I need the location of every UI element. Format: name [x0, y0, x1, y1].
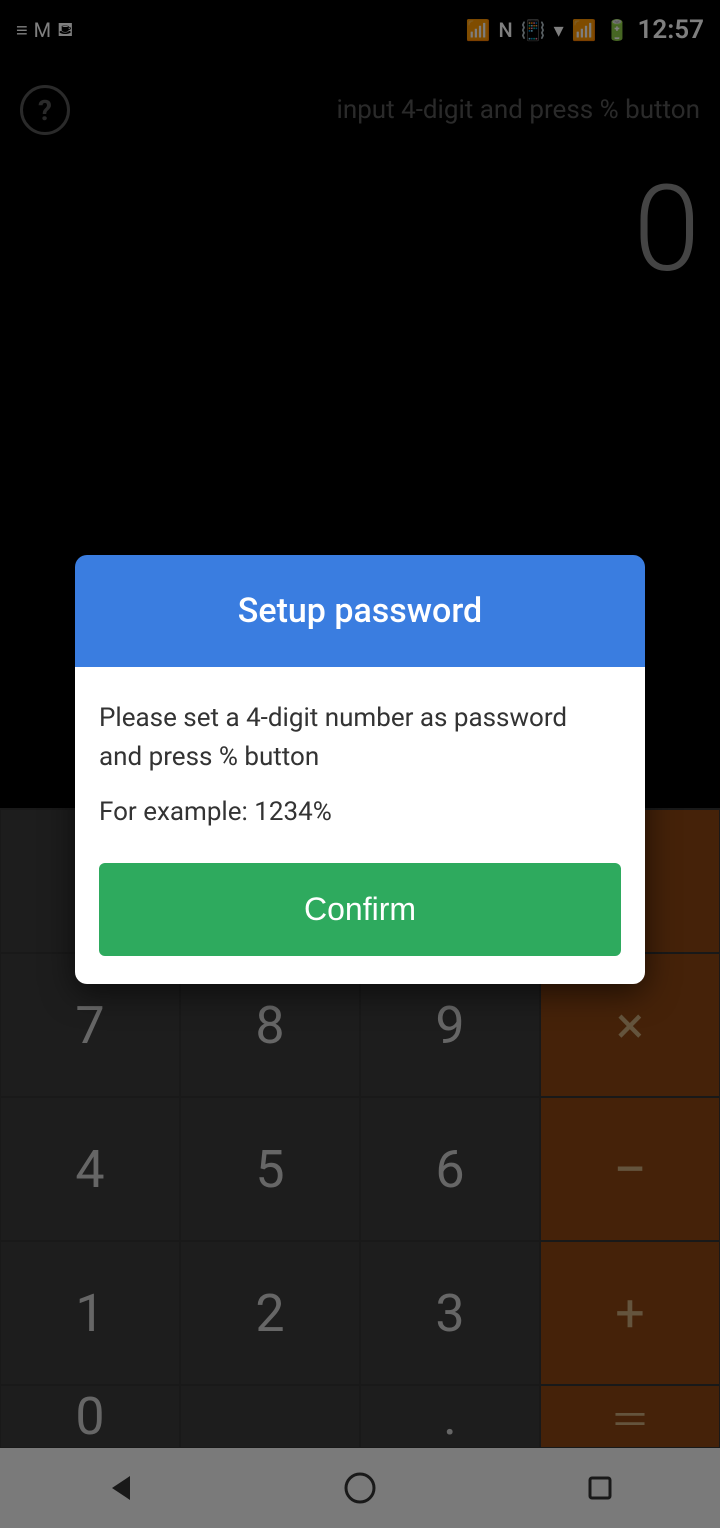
- setup-password-dialog: Setup password Please set a 4-digit numb…: [75, 555, 645, 984]
- dialog-message-line1: Please set a 4-digit number as password: [99, 703, 567, 733]
- dialog-title: Setup password: [99, 591, 621, 631]
- dialog-message: Please set a 4-digit number as password …: [99, 699, 621, 777]
- confirm-button[interactable]: Confirm: [99, 863, 621, 956]
- dialog-message-line2: and press % button: [99, 742, 319, 772]
- dialog-body: Please set a 4-digit number as password …: [75, 667, 645, 984]
- dialog-example: For example: 1234%: [99, 797, 621, 827]
- dialog-header: Setup password: [75, 555, 645, 667]
